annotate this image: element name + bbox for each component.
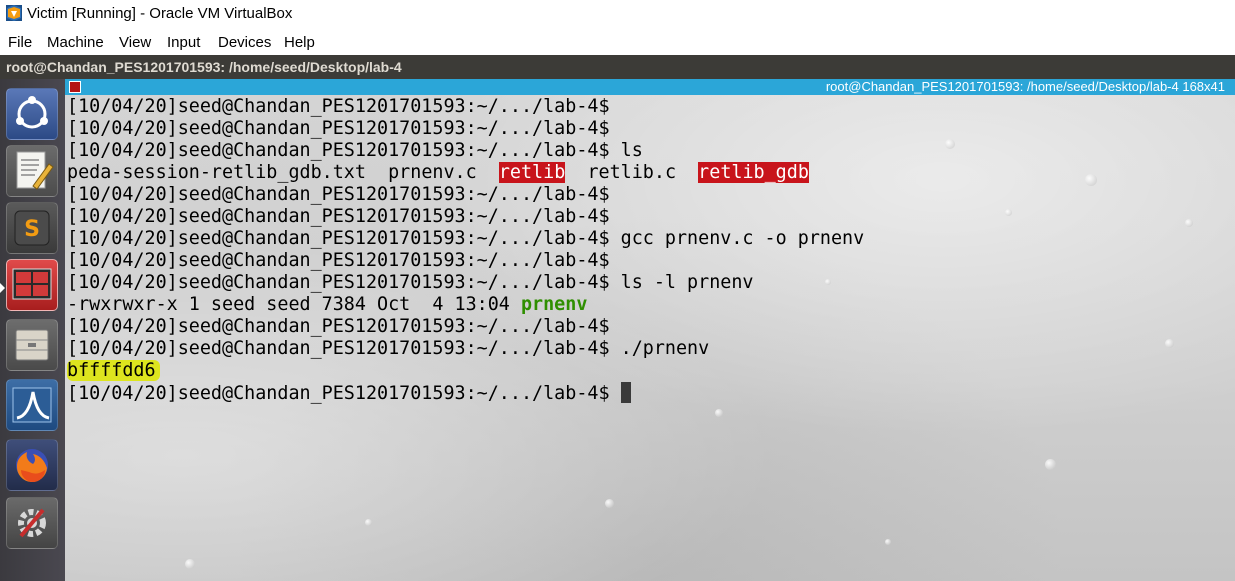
- menu-view[interactable]: View: [119, 34, 151, 52]
- menu-devices[interactable]: Devices: [218, 34, 271, 52]
- guest-window-title: root@Chandan_PES1201701593: /home/seed/D…: [6, 59, 402, 75]
- launcher-firefox[interactable]: [6, 439, 58, 491]
- shell-command: ls -l prnenv: [609, 272, 754, 293]
- terminal-line: [10/04/20]seed@Chandan_PES1201701593:~/.…: [67, 118, 1227, 140]
- raindrop: [1045, 459, 1056, 470]
- host-menu-bar: File Machine View Input Devices Help: [0, 31, 1235, 55]
- virtualbox-logo-icon: [6, 5, 22, 21]
- executable-name: prnenv: [520, 294, 588, 315]
- terminal-line: [10/04/20]seed@Chandan_PES1201701593:~/.…: [67, 228, 1227, 250]
- shell-prompt: [10/04/20]seed@Chandan_PES1201701593:~/.…: [67, 316, 610, 337]
- terminal-line: [10/04/20]seed@Chandan_PES1201701593:~/.…: [67, 338, 1227, 360]
- firefox-icon: [16, 449, 48, 483]
- file-entry: retlib.c: [587, 162, 677, 183]
- executable-entry: retlib: [498, 162, 566, 183]
- terminal-menu-icon[interactable]: [69, 81, 81, 93]
- launcher-system-settings[interactable]: [6, 497, 58, 549]
- guest-top-panel: root@Chandan_PES1201701593: /home/seed/D…: [0, 55, 1235, 79]
- terminal-line: bffffdd6: [67, 360, 1227, 382]
- shell-prompt: [10/04/20]seed@Chandan_PES1201701593:~/.…: [67, 272, 610, 293]
- terminal-line: [10/04/20]seed@Chandan_PES1201701593:~/.…: [67, 272, 1227, 294]
- terminal-line: [10/04/20]seed@Chandan_PES1201701593:~/.…: [67, 206, 1227, 228]
- terminal-output[interactable]: [10/04/20]seed@Chandan_PES1201701593:~/.…: [67, 96, 1227, 404]
- terminal-title: root@Chandan_PES1201701593: /home/seed/D…: [825, 79, 1225, 94]
- active-app-indicator: [0, 283, 5, 293]
- shell-prompt: [10/04/20]seed@Chandan_PES1201701593:~/.…: [67, 228, 610, 249]
- menu-file[interactable]: File: [8, 34, 32, 52]
- terminal-line: [10/04/20]seed@Chandan_PES1201701593:~/.…: [67, 316, 1227, 338]
- launcher-file-manager[interactable]: [6, 319, 58, 371]
- terminal-line: [10/04/20]seed@Chandan_PES1201701593:~/.…: [67, 382, 1227, 404]
- shell-prompt: [10/04/20]seed@Chandan_PES1201701593:~/.…: [67, 338, 610, 359]
- shell-prompt: [10/04/20]seed@Chandan_PES1201701593:~/.…: [67, 250, 610, 271]
- shell-prompt: [10/04/20]seed@Chandan_PES1201701593:~/.…: [67, 206, 610, 227]
- window-title: Victim [Running] - Oracle VM VirtualBox: [27, 5, 293, 22]
- launcher-text-editor[interactable]: [6, 145, 58, 197]
- raindrop: [365, 519, 372, 526]
- file-manager-icon: [15, 329, 49, 361]
- launcher-dash[interactable]: [6, 88, 58, 140]
- shell-command: ls: [609, 140, 643, 161]
- system-settings-icon: [18, 508, 46, 538]
- menu-machine[interactable]: Machine: [47, 34, 104, 52]
- terminal-window[interactable]: root@Chandan_PES1201701593: /home/seed/D…: [65, 79, 1235, 581]
- shell-prompt: [10/04/20]seed@Chandan_PES1201701593:~/.…: [67, 96, 610, 117]
- shell-command: [610, 383, 621, 404]
- terminal-line: [10/04/20]seed@Chandan_PES1201701593:~/.…: [67, 96, 1227, 118]
- raindrop: [185, 559, 195, 569]
- host-title-bar: Victim [Running] - Oracle VM VirtualBox: [0, 0, 1235, 31]
- file-entry: prnenv.c: [388, 162, 477, 183]
- launcher-sublime-text[interactable]: S: [6, 202, 58, 254]
- raindrop: [885, 539, 891, 545]
- text-editor-icon: [16, 151, 54, 190]
- terminal-line: [10/04/20]seed@Chandan_PES1201701593:~/.…: [67, 140, 1227, 162]
- terminal-icon: [12, 268, 52, 300]
- terminal-line: peda-session-retlib_gdb.txt prnenv.c ret…: [67, 162, 1227, 184]
- unity-launcher: S: [0, 79, 65, 581]
- raindrop: [715, 409, 723, 417]
- file-metadata: -rwxrwxr-x 1 seed seed 7384 Oct 4 13:04: [67, 294, 521, 315]
- shell-prompt: [10/04/20]seed@Chandan_PES1201701593:~/.…: [67, 140, 610, 161]
- shell-prompt: [10/04/20]seed@Chandan_PES1201701593:~/.…: [67, 383, 610, 404]
- ubuntu-dash-icon: [16, 96, 48, 129]
- file-entry: peda-session-retlib_gdb.txt: [67, 162, 366, 183]
- terminal-header-bar: root@Chandan_PES1201701593: /home/seed/D…: [65, 79, 1235, 95]
- shell-prompt: [10/04/20]seed@Chandan_PES1201701593:~/.…: [67, 118, 610, 139]
- launcher-terminal[interactable]: [6, 259, 58, 311]
- shell-command: ./prnenv: [609, 338, 710, 359]
- terminal-line: [10/04/20]seed@Chandan_PES1201701593:~/.…: [67, 184, 1227, 206]
- menu-help[interactable]: Help: [284, 34, 315, 52]
- raindrop: [605, 499, 614, 508]
- svg-text:S: S: [24, 217, 40, 242]
- launcher-wireshark[interactable]: [6, 379, 58, 431]
- wireshark-icon: [12, 387, 52, 423]
- terminal-line: [10/04/20]seed@Chandan_PES1201701593:~/.…: [67, 250, 1227, 272]
- executable-entry: retlib_gdb: [698, 162, 809, 183]
- shell-prompt: [10/04/20]seed@Chandan_PES1201701593:~/.…: [67, 184, 610, 205]
- sublime-text-icon: S: [14, 210, 50, 246]
- shell-command: gcc prnenv.c -o prnenv: [609, 228, 865, 249]
- text-cursor: [620, 382, 631, 403]
- program-output: bffffdd6: [67, 360, 160, 381]
- terminal-line: -rwxrwxr-x 1 seed seed 7384 Oct 4 13:04 …: [67, 294, 1227, 316]
- menu-input[interactable]: Input: [167, 34, 200, 52]
